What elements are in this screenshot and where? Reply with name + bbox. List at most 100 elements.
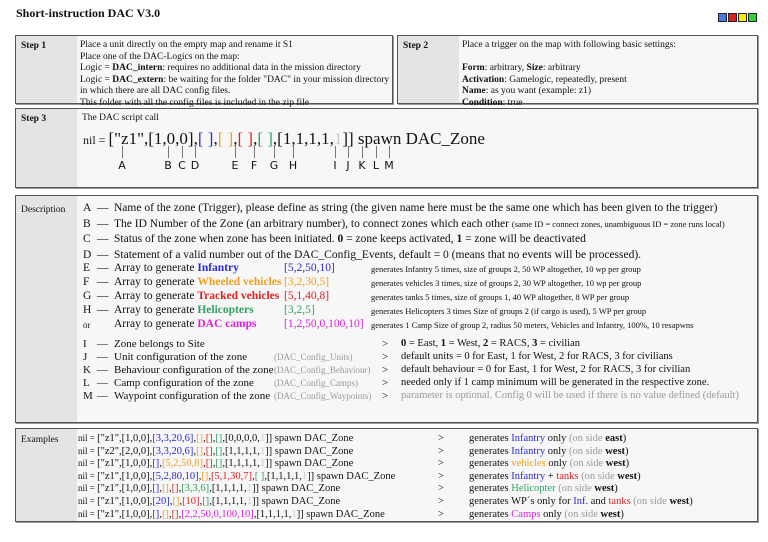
text-segment: ["z1",[1,0,0], <box>97 508 153 520</box>
example-arrow: > <box>438 496 444 507</box>
text-segment: west <box>594 483 615 495</box>
text-segment: Array to generate <box>114 318 198 330</box>
text-segment: (same ID = connect zones, unambiguous ID… <box>511 218 725 229</box>
step3-box: Step 3 The DAC script call nil = ["z1",[… <box>15 108 758 188</box>
text-segment: (on side <box>569 458 606 470</box>
text-segment: Logic = <box>80 74 113 85</box>
text-segment: ["z1",[1,0,0], <box>97 433 153 444</box>
text-segment: (on side <box>630 496 670 507</box>
config-file: (DAC_Config_Waypoints) <box>274 391 372 401</box>
text-segment: Activation <box>462 74 505 85</box>
row-key: H <box>83 304 92 316</box>
array-value: [3,2,30,5] <box>284 276 330 288</box>
example-code: nil = ["z1",[1,0,0],[20],[],[10],[],[1,1… <box>78 496 340 507</box>
row-key: D <box>83 248 92 261</box>
example-code: nil = ["z1",[1,0,0],[5,2,80,10],[],[5,1,… <box>78 471 395 482</box>
text-segment: ,[0,0,0,0, <box>222 433 260 444</box>
row-key: C <box>83 233 91 245</box>
row-dash: — <box>97 351 108 363</box>
text-segment: vehicles <box>511 458 546 470</box>
text-segment: default units = 0 for East, 1 for West, … <box>401 351 673 362</box>
step2-box: Step 2 Place a trigger on the map with f… <box>397 35 758 108</box>
row-key: B <box>83 217 91 230</box>
text-segment: nil = <box>78 458 98 469</box>
parameter-letter: A <box>116 146 128 172</box>
example-code: nil = ["z1",[1,0,0],[],[],[],[2,2,50,0,1… <box>78 509 385 520</box>
example-result: generates Infantry only (on side west) <box>469 446 629 457</box>
text-segment: ) <box>625 458 630 470</box>
step1-label: Step 1 <box>16 36 77 103</box>
row-key: E <box>83 262 91 274</box>
text-segment: only <box>545 458 570 470</box>
text-segment: [10] <box>182 496 200 507</box>
text-segment: [3,3,20,6] <box>152 433 194 444</box>
text-segment: DAC_intern <box>112 63 163 73</box>
row-key: A <box>83 202 92 214</box>
text-segment: This folder with all the config files is… <box>80 97 309 108</box>
step2-text: Place a trigger on the map with followin… <box>462 40 753 109</box>
text-line: Form: arbitrary, Size: arbitrary <box>462 63 753 75</box>
text-segment: generates <box>469 458 512 470</box>
row-dash: — <box>97 304 109 316</box>
examples-label: Examples <box>16 429 77 521</box>
text-segment: ,[1,1,1,1, <box>264 470 302 482</box>
row-text: Array to generate Wheeled vehicles <box>114 276 281 288</box>
array-note: generates vehicles 3 times, size of grou… <box>371 278 642 288</box>
text-line <box>462 52 753 64</box>
parameter-letter: K <box>356 146 368 172</box>
row-dash: — <box>97 217 109 230</box>
text-segment: (on side <box>555 483 595 495</box>
text-segment: Infantry <box>197 262 239 274</box>
row-dash: — <box>97 248 109 261</box>
row-explanation: 0 = East, 1 = West, 2 = RACS, 3 = civili… <box>401 338 580 349</box>
text-segment: [] <box>161 483 169 495</box>
text-segment: Condition <box>462 97 503 108</box>
text-segment: ) <box>620 508 624 520</box>
text-segment: ]] spawn DAC_Zone <box>252 483 341 495</box>
text-segment: Array to generate <box>114 290 198 302</box>
text-segment: [5,2,80,10] <box>152 470 199 482</box>
flag-red-icon <box>728 13 737 22</box>
text-segment: Name of the zone (Trigger), please defin… <box>114 202 718 214</box>
row-key: G <box>83 290 92 302</box>
text-segment: ["z1",[1,0,0], <box>97 458 153 470</box>
text-segment: [] <box>171 508 179 520</box>
script-call: nil = ["z1",[1,0,0],[ ],[ ],[ ],[ ],[1,1… <box>83 130 753 147</box>
example-arrow: > <box>438 445 444 457</box>
text-segment: (on side <box>564 508 601 520</box>
text-segment: Helicopter <box>511 483 556 495</box>
text-segment: ,[1,1,1,1, <box>222 458 260 470</box>
text-segment: needed only if 1 camp minimum will be ge… <box>401 377 710 388</box>
row-label: Zone belongs to Site <box>114 338 205 350</box>
example-arrow: > <box>438 470 444 482</box>
text-segment: = East, <box>406 338 441 349</box>
row-label: Behaviour configuration of the zone <box>114 364 274 376</box>
text-segment: ]] spawn DAC_Zone <box>265 458 354 470</box>
row-label: Camp configuration of the zone <box>114 377 254 389</box>
text-segment: ]] spawn DAC_Zone <box>265 433 354 444</box>
row-dash: — <box>97 233 109 245</box>
text-segment: nil = <box>78 483 98 494</box>
text-segment: ["z1",[1,0,0], <box>97 470 153 482</box>
text-segment: The ID Number of the Zone (an arbitrary … <box>114 217 512 230</box>
parameter-letter: M <box>383 146 395 172</box>
text-segment: Form <box>462 63 485 73</box>
row-dash: — <box>97 262 109 274</box>
step2-label: Step 2 <box>398 36 459 103</box>
text-segment: ["z1",[1,0,0], <box>108 128 198 148</box>
parameter-letter: G <box>268 146 280 172</box>
text-segment: ) <box>614 483 618 495</box>
config-file: (DAC_Config_Camps) <box>274 378 358 388</box>
row-text: Array to generate Infantry <box>114 262 239 274</box>
text-line: Logic = DAC_intern: requires no addition… <box>80 63 388 75</box>
text-segment: [] <box>171 483 179 495</box>
text-segment: Wheeled vehicles <box>197 276 282 288</box>
text-segment: [20] <box>152 496 170 507</box>
text-segment: west <box>617 470 638 482</box>
parameter-letter: E <box>229 146 241 172</box>
text-segment: [] <box>196 445 204 457</box>
text-segment: [] <box>205 458 213 470</box>
text-segment: : as you want (example: z1) <box>485 86 592 96</box>
text-segment: Array to generate <box>114 262 198 274</box>
example-code: nil = ["z1",[1,0,0],[],[],[],[3,3,6],[1,… <box>78 483 340 494</box>
